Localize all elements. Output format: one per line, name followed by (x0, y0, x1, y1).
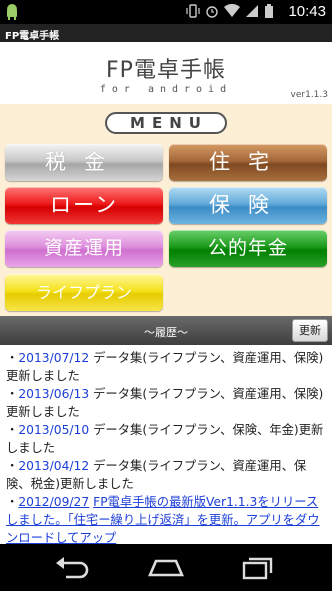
history-list[interactable]: ・2013/07/12 データ集(ライフプラン、資産運用、保険)更新しました ・… (0, 345, 332, 544)
menu-title: MENU (105, 112, 227, 134)
home-icon[interactable] (146, 555, 186, 581)
history-date-link[interactable]: 2013/04/12 (18, 459, 89, 473)
loan-button[interactable]: ローン (5, 187, 163, 224)
history-label: 〜履歴〜 (144, 326, 188, 339)
vibrate-icon (186, 4, 200, 18)
lifeplan-button[interactable]: ライフプラン (5, 274, 163, 311)
insurance-button[interactable]: 保険 (169, 187, 327, 224)
battery-icon (265, 4, 273, 18)
history-item: ・2012/09/27 FP電卓手帳の最新版Ver1.1.3をリリースしました。… (6, 495, 320, 544)
tax-button[interactable]: 税金 (5, 144, 163, 181)
menu-area: MENU 税金 住宅 ローン 保険 資産運用 公的年金 ライフプラン (0, 104, 332, 316)
housing-button[interactable]: 住宅 (169, 144, 327, 181)
history-date-link[interactable]: 2013/07/12 (18, 351, 89, 365)
header: FP電卓手帳 for android ver1.1.3 (0, 42, 332, 104)
history-date-link[interactable]: 2013/05/10 (18, 423, 89, 437)
app-title-bar: FP電卓手帳 (0, 24, 332, 42)
signal-icon (246, 5, 258, 17)
status-bar: 10:43 (0, 0, 332, 24)
history-header: 〜履歴〜 更新 (0, 316, 332, 345)
asset-management-button[interactable]: 資産運用 (5, 230, 163, 267)
recent-apps-icon[interactable] (238, 555, 278, 581)
status-time: 10:43 (288, 3, 326, 20)
page-subtitle: for android (99, 84, 233, 95)
android-icon (7, 4, 17, 20)
history-date-link[interactable]: 2012/09/27 (18, 495, 89, 509)
history-item: ・2013/04/12 データ集(ライフプラン、資産運用、保険、税金)更新しまし… (6, 459, 307, 491)
page-title: FP電卓手帳 (106, 58, 226, 83)
history-item: ・2013/07/12 データ集(ライフプラン、資産運用、保険)更新しました (6, 351, 324, 383)
history-date-link[interactable]: 2013/06/13 (18, 387, 89, 401)
refresh-button[interactable]: 更新 (292, 319, 328, 342)
public-pension-button[interactable]: 公的年金 (169, 230, 327, 267)
back-icon[interactable] (52, 555, 92, 581)
history-item: ・2013/05/10 データ集(ライフプラン、保険、年金)更新しました (6, 423, 324, 455)
history-item: ・2013/06/13 データ集(ライフプラン、資産運用、保険)更新しました (6, 387, 324, 419)
navigation-bar (0, 544, 332, 591)
version-label: ver1.1.3 (290, 90, 328, 100)
alarm-icon (206, 6, 218, 18)
wifi-icon (224, 4, 240, 17)
